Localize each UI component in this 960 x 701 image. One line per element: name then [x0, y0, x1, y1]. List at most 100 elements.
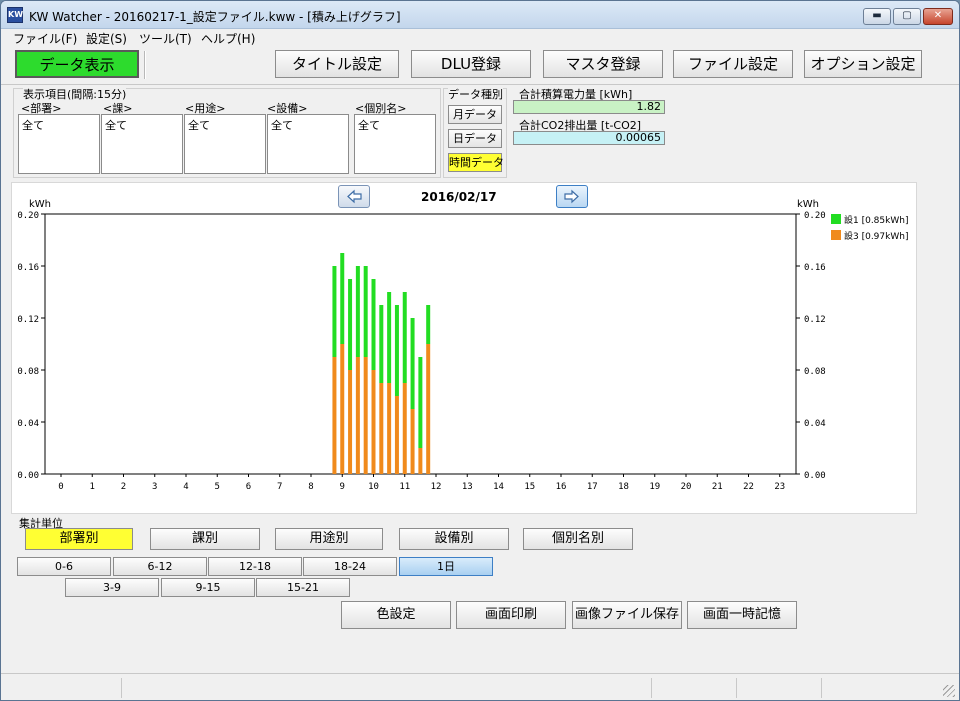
title-setting-button[interactable]: タイトル設定 — [275, 50, 399, 78]
file-setting-button[interactable]: ファイル設定 — [673, 50, 793, 78]
individual-list[interactable]: 全て — [354, 114, 436, 174]
chart-date: 2016/02/17 — [421, 190, 497, 204]
bar-segment — [418, 357, 423, 448]
dlu-register-button[interactable]: DLU登録 — [411, 50, 531, 78]
window-title: KW Watcher - 20160217-1_設定ファイル.kww - [積み… — [29, 10, 401, 24]
y-axis-label-right: kWh — [797, 199, 819, 210]
bar-segment — [332, 266, 337, 357]
bar-segment — [340, 344, 345, 474]
range-0-6-button[interactable]: 0-6 — [17, 557, 111, 576]
x-tick-label: 18 — [618, 482, 629, 492]
x-tick-label: 6 — [246, 482, 251, 492]
menu-file[interactable]: ファイル(F) — [13, 30, 77, 47]
bar-segment — [402, 292, 407, 383]
legend-swatch — [831, 214, 841, 224]
y-tick-label-left: 0.12 — [17, 315, 39, 325]
range-9-15-button[interactable]: 9-15 — [161, 578, 255, 597]
save-image-button[interactable]: 画像ファイル保存 — [572, 601, 682, 629]
section-list[interactable]: 全て — [101, 114, 183, 174]
option-setting-button[interactable]: オプション設定 — [804, 50, 922, 78]
total-power-value: 1.82 — [513, 100, 665, 114]
x-tick-label: 20 — [681, 482, 692, 492]
daily-data-button[interactable]: 日データ — [448, 129, 502, 148]
x-tick-label: 16 — [556, 482, 567, 492]
minimize-button[interactable]: ▬ — [863, 8, 891, 25]
menu-settings[interactable]: 設定(S) — [86, 30, 127, 47]
equipment-list[interactable]: 全て — [267, 114, 349, 174]
close-button[interactable]: ✕ — [923, 8, 953, 25]
agg-individual-button[interactable]: 個別名別 — [523, 528, 633, 550]
toolbar-separator — [144, 51, 146, 79]
arrow-left-icon — [347, 189, 362, 204]
bar-segment — [363, 266, 368, 357]
range-18-24-button[interactable]: 18-24 — [303, 557, 397, 576]
memorize-screen-button[interactable]: 画面一時記憶 — [687, 601, 797, 629]
maximize-button[interactable]: ▢ — [893, 8, 921, 25]
next-day-button[interactable] — [556, 185, 588, 208]
resize-grip-icon[interactable] — [943, 685, 955, 697]
list-item[interactable]: 全て — [105, 119, 127, 132]
monthly-data-button[interactable]: 月データ — [448, 105, 502, 124]
range-full-day-button[interactable]: 1日 — [399, 557, 493, 576]
agg-equipment-button[interactable]: 設備別 — [399, 528, 509, 550]
x-tick-label: 13 — [462, 482, 473, 492]
title-bar: KW KW Watcher - 20160217-1_設定ファイル.kww - … — [1, 1, 959, 29]
x-tick-label: 4 — [183, 482, 188, 492]
list-item[interactable]: 全て — [358, 119, 380, 132]
y-tick-label-left: 0.20 — [17, 211, 39, 221]
usage-list[interactable]: 全て — [184, 114, 266, 174]
range-12-18-button[interactable]: 12-18 — [208, 557, 302, 576]
menu-help[interactable]: ヘルプ(H) — [201, 30, 255, 47]
range-6-12-button[interactable]: 6-12 — [113, 557, 207, 576]
x-tick-label: 12 — [431, 482, 442, 492]
x-tick-label: 19 — [649, 482, 660, 492]
x-tick-label: 11 — [399, 482, 410, 492]
x-tick-label: 7 — [277, 482, 282, 492]
x-tick-label: 10 — [368, 482, 379, 492]
bar-segment — [340, 253, 345, 344]
x-tick-label: 0 — [58, 482, 63, 492]
y-axis-label-left: kWh — [29, 199, 51, 210]
status-divider — [736, 678, 737, 698]
agg-usage-button[interactable]: 用途別 — [275, 528, 383, 550]
y-tick-label-left: 0.08 — [17, 367, 39, 377]
agg-section-button[interactable]: 課別 — [150, 528, 260, 550]
master-register-button[interactable]: マスタ登録 — [543, 50, 663, 78]
data-display-button[interactable]: データ表示 — [15, 50, 139, 78]
list-item[interactable]: 全て — [271, 119, 293, 132]
bar-segment — [348, 370, 353, 474]
list-item[interactable]: 全て — [22, 119, 44, 132]
x-tick-label: 9 — [340, 482, 345, 492]
app-window: KW KW Watcher - 20160217-1_設定ファイル.kww - … — [0, 0, 960, 701]
range-15-21-button[interactable]: 15-21 — [256, 578, 350, 597]
hourly-data-button[interactable]: 時間データ — [448, 153, 504, 172]
range-3-9-button[interactable]: 3-9 — [65, 578, 159, 597]
agg-department-button[interactable]: 部署別 — [25, 528, 133, 550]
list-item[interactable]: 全て — [188, 119, 210, 132]
bar-segment — [355, 266, 360, 357]
y-tick-label-left: 0.00 — [17, 471, 39, 481]
legend-label: 設1 [0.85kWh] — [844, 214, 908, 226]
y-tick-label-right: 0.00 — [804, 471, 826, 481]
bar-segment — [348, 279, 353, 370]
x-tick-label: 2 — [121, 482, 126, 492]
x-tick-label: 15 — [524, 482, 535, 492]
color-setting-button[interactable]: 色設定 — [341, 601, 451, 629]
status-divider — [121, 678, 122, 698]
bar-segment — [426, 305, 431, 344]
bar-segment — [410, 409, 415, 474]
bar-segment — [387, 292, 392, 383]
y-tick-label-left: 0.04 — [17, 419, 39, 429]
department-list[interactable]: 全て — [18, 114, 100, 174]
x-tick-label: 22 — [743, 482, 754, 492]
toolbar: データ表示 タイトル設定 DLU登録 マスタ登録 ファイル設定 オプション設定 — [1, 47, 959, 85]
bar-segment — [379, 305, 384, 383]
menu-tools[interactable]: ツール(T) — [139, 30, 192, 47]
print-screen-button[interactable]: 画面印刷 — [456, 601, 566, 629]
legend-label: 設3 [0.97kWh] — [844, 230, 908, 242]
x-tick-label: 17 — [587, 482, 598, 492]
data-type-caption: データ種別 — [448, 86, 503, 102]
prev-day-button[interactable] — [338, 185, 370, 208]
app-logo-icon: KW — [7, 7, 23, 23]
x-tick-label: 21 — [712, 482, 723, 492]
